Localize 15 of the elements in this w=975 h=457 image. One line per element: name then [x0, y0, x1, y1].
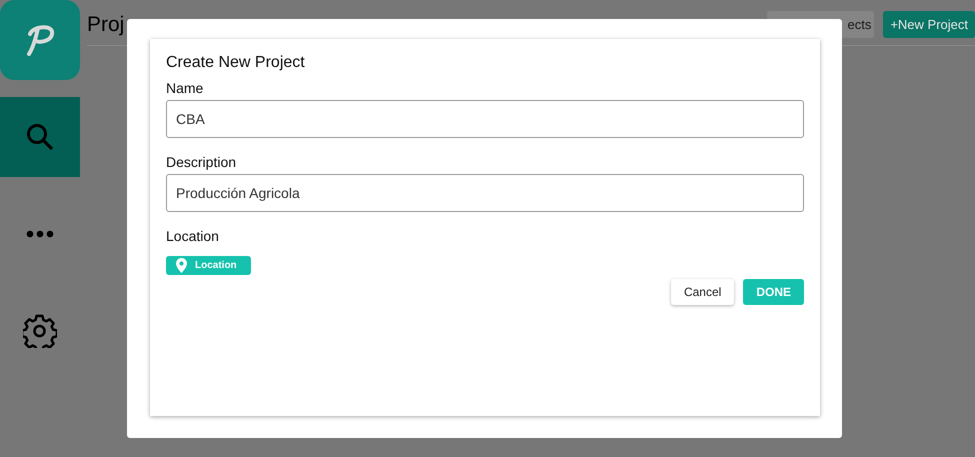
logo-tile[interactable] — [0, 0, 80, 80]
dialog-title: Create New Project — [166, 53, 306, 72]
text-field[interactable]: Producción Agricola — [166, 174, 804, 212]
map-pin-icon — [176, 258, 187, 274]
more-icon — [26, 230, 54, 238]
new-project-button[interactable]: +New Project — [883, 10, 975, 38]
settings-icon — [23, 314, 57, 348]
search-icon — [25, 122, 55, 152]
sidebar-item[interactable] — [0, 97, 80, 177]
field-label: Description — [166, 153, 238, 172]
page-title: Proj — [87, 12, 124, 38]
field-label: Location — [166, 227, 220, 246]
cancel-button[interactable]: Cancel — [670, 279, 734, 306]
text-field[interactable]: CBA — [166, 100, 804, 138]
field-label: Name — [166, 79, 204, 98]
